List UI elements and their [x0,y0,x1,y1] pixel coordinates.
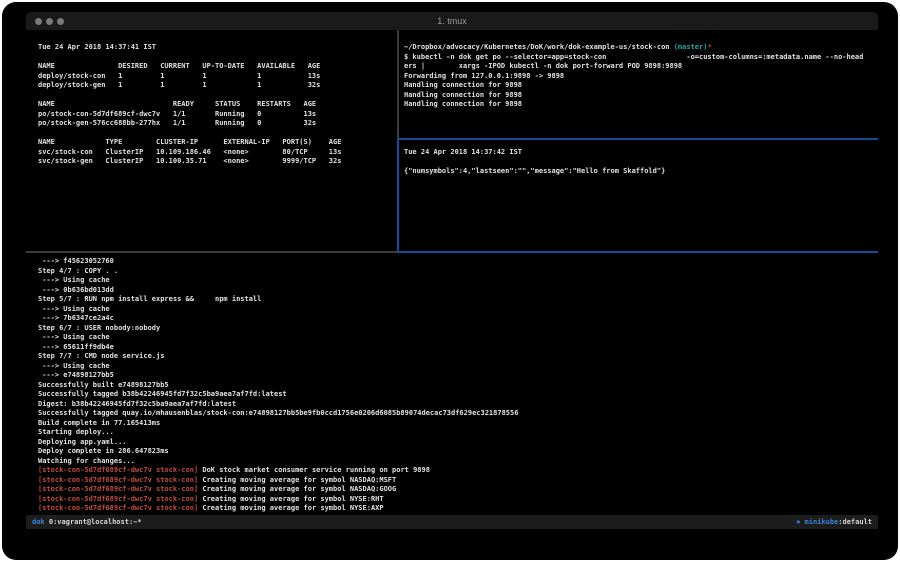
terminal-line: {"numsymbols":4,"lastseen":"","message":… [404,167,878,177]
terminal-line: ---> Using cache [38,276,878,286]
terminal-line: Step 6/7 : USER nobody:nobody [38,324,878,334]
build-output: ---> f45623052760 Step 4/7 : COPY . . --… [38,257,878,466]
terminal-line: ---> Using cache [38,305,878,315]
terminal-line [38,129,397,139]
pod-log-line: [stock-con-5d7df689cf-dwc7v stock-con] C… [38,476,878,486]
terminal-line [38,91,397,101]
pod-log-prefix: [stock-con-5d7df689cf-dwc7v stock-con] [38,485,198,493]
terminal-line: ---> 7b6347ce2a4c [38,314,878,324]
terminal-line: Handling connection for 9898 [404,81,878,91]
git-dirty-star: * [707,43,711,51]
pane-divider-vertical-gray[interactable] [397,30,399,138]
terminal-line: ers | xargs -IPOD kubectl -n dok port-fo… [404,62,878,72]
terminal-line: Handling connection for 9898 [404,91,878,101]
terminal-line: svc/stock-con ClusterIP 10.109.186.46 <n… [38,148,397,158]
prompt-path: ~/Dropbox/advocacy/Kubernetes/DoK/work/d… [404,43,674,51]
terminal-line: ---> 65611ff9db4e [38,343,878,353]
terminal-line: Starting deploy... [38,428,878,438]
terminal-line: $ kubectl -n dok get po --selector=app=s… [404,53,878,63]
terminal-line: Step 7/7 : CMD node service.js [38,352,878,362]
terminal-line: ---> f45623052760 [38,257,878,267]
active-pane-border-bottom[interactable] [397,251,878,253]
pod-log-message: Creating moving average for symbol NYSE:… [198,495,383,503]
pod-log-line: [stock-con-5d7df689cf-dwc7v stock-con] C… [38,485,878,495]
terminal-line: Forwarding from 127.0.0.1:9898 -> 9898 [404,72,878,82]
terminal-line: Successfully tagged b38b42246945fd7f32c5… [38,390,878,400]
window-title-bar[interactable]: 1. tmux [26,12,878,30]
pod-log-message: Creating moving average for symbol NASDA… [198,476,396,484]
terminal-line [404,158,878,168]
terminal-line: Watching for changes... [38,457,878,467]
terminal-line: Successfully built e74898127bb5 [38,381,878,391]
tmux-status-bar: dok 0:vagrant@localhost:~* ⎈ minikube:de… [26,515,878,529]
shell-prompt-line: ~/Dropbox/advocacy/Kubernetes/DoK/work/d… [404,43,878,53]
terminal-line: Deploying app.yaml... [38,438,878,448]
pod-log-prefix: [stock-con-5d7df689cf-dwc7v stock-con] [38,495,198,503]
pane-kubectl-watch[interactable]: Tue 24 Apr 2018 14:37:41 IST NAME DESIRE… [26,30,397,251]
terminal-line: Deploy complete in 286.647823ms [38,447,878,457]
terminal-line: ---> 0b636bd013dd [38,286,878,296]
pod-log-message: Creating moving average for symbol NASDA… [198,485,396,493]
pod-log-prefix: [stock-con-5d7df689cf-dwc7v stock-con] [38,476,198,484]
kube-context: minikube [800,518,838,526]
pod-log-output: [stock-con-5d7df689cf-dwc7v stock-con] D… [38,466,878,514]
pane-skaffold-build[interactable]: ---> f45623052760 Step 4/7 : COPY . . --… [26,254,878,515]
terminal-line: ---> Using cache [38,362,878,372]
pane-port-forward[interactable]: ~/Dropbox/advocacy/Kubernetes/DoK/work/d… [400,30,878,138]
session-name: dok [32,518,45,526]
active-pane-border-top[interactable] [399,138,878,140]
pod-log-prefix: [stock-con-5d7df689cf-dwc7v stock-con] [38,466,198,474]
terminal-line: Step 4/7 : COPY . . [38,267,878,277]
terminal-line: Handling connection for 9898 [404,100,878,110]
pod-log-message: DoK stock market consumer service runnin… [198,466,430,474]
terminal-line [38,53,397,63]
pod-log-message: Creating moving average for symbol NYSE:… [198,504,383,512]
terminal-line: NAME READY STATUS RESTARTS AGE [38,100,397,110]
terminal-line: svc/stock-gen ClusterIP 10.100.35.71 <no… [38,157,397,167]
terminal-line: Digest: b38b42246945fd7f32c5ba9aea7af7fd… [38,400,878,410]
pane-divider-horizontal-gray[interactable] [26,251,397,253]
terminal-line: Successfully tagged quay.io/mhausenblas/… [38,409,878,419]
terminal-line: po/stock-con-5d7df689cf-dwc7v 1/1 Runnin… [38,110,397,120]
terminal-line: Build complete in 77.165413ms [38,419,878,429]
pod-log-line: [stock-con-5d7df689cf-dwc7v stock-con] C… [38,495,878,505]
terminal-line: deploy/stock-con 1 1 1 1 13s [38,72,397,82]
terminal-line: Tue 24 Apr 2018 14:37:41 IST [38,43,397,53]
terminal-line: ---> Using cache [38,333,878,343]
terminal-line: deploy/stock-gen 1 1 1 1 32s [38,81,397,91]
terminal-line: Step 5/7 : RUN npm install express && np… [38,295,878,305]
active-pane-border-left[interactable] [397,138,399,253]
terminal-line: Tue 24 Apr 2018 14:37:42 IST [404,148,878,158]
git-branch-label: (master) [674,43,708,51]
terminal-line: NAME DESIRED CURRENT UP-TO-DATE AVAILABL… [38,62,397,72]
pod-log-prefix: [stock-con-5d7df689cf-dwc7v stock-con] [38,504,198,512]
window-title: 1. tmux [26,16,878,26]
terminal-line: po/stock-gen-576cc688bb-277hx 1/1 Runnin… [38,119,397,129]
terminal-line: ---> e74898127bb5 [38,371,878,381]
screen-background: 1. tmux Tue 24 Apr 2018 14:37:41 IST NAM… [2,2,898,560]
terminal-line: NAME TYPE CLUSTER-IP EXTERNAL-IP PORT(S)… [38,138,397,148]
pod-log-line: [stock-con-5d7df689cf-dwc7v stock-con] C… [38,504,878,514]
window-list-item[interactable]: 0:vagrant@localhost:~* [45,518,142,526]
port-forward-output: $ kubectl -n dok get po --selector=app=s… [404,53,878,110]
pod-log-line: [stock-con-5d7df689cf-dwc7v stock-con] D… [38,466,878,476]
pane-curl-response[interactable]: Tue 24 Apr 2018 14:37:42 IST {"numsymbol… [400,141,878,251]
kube-namespace: :default [838,518,872,526]
